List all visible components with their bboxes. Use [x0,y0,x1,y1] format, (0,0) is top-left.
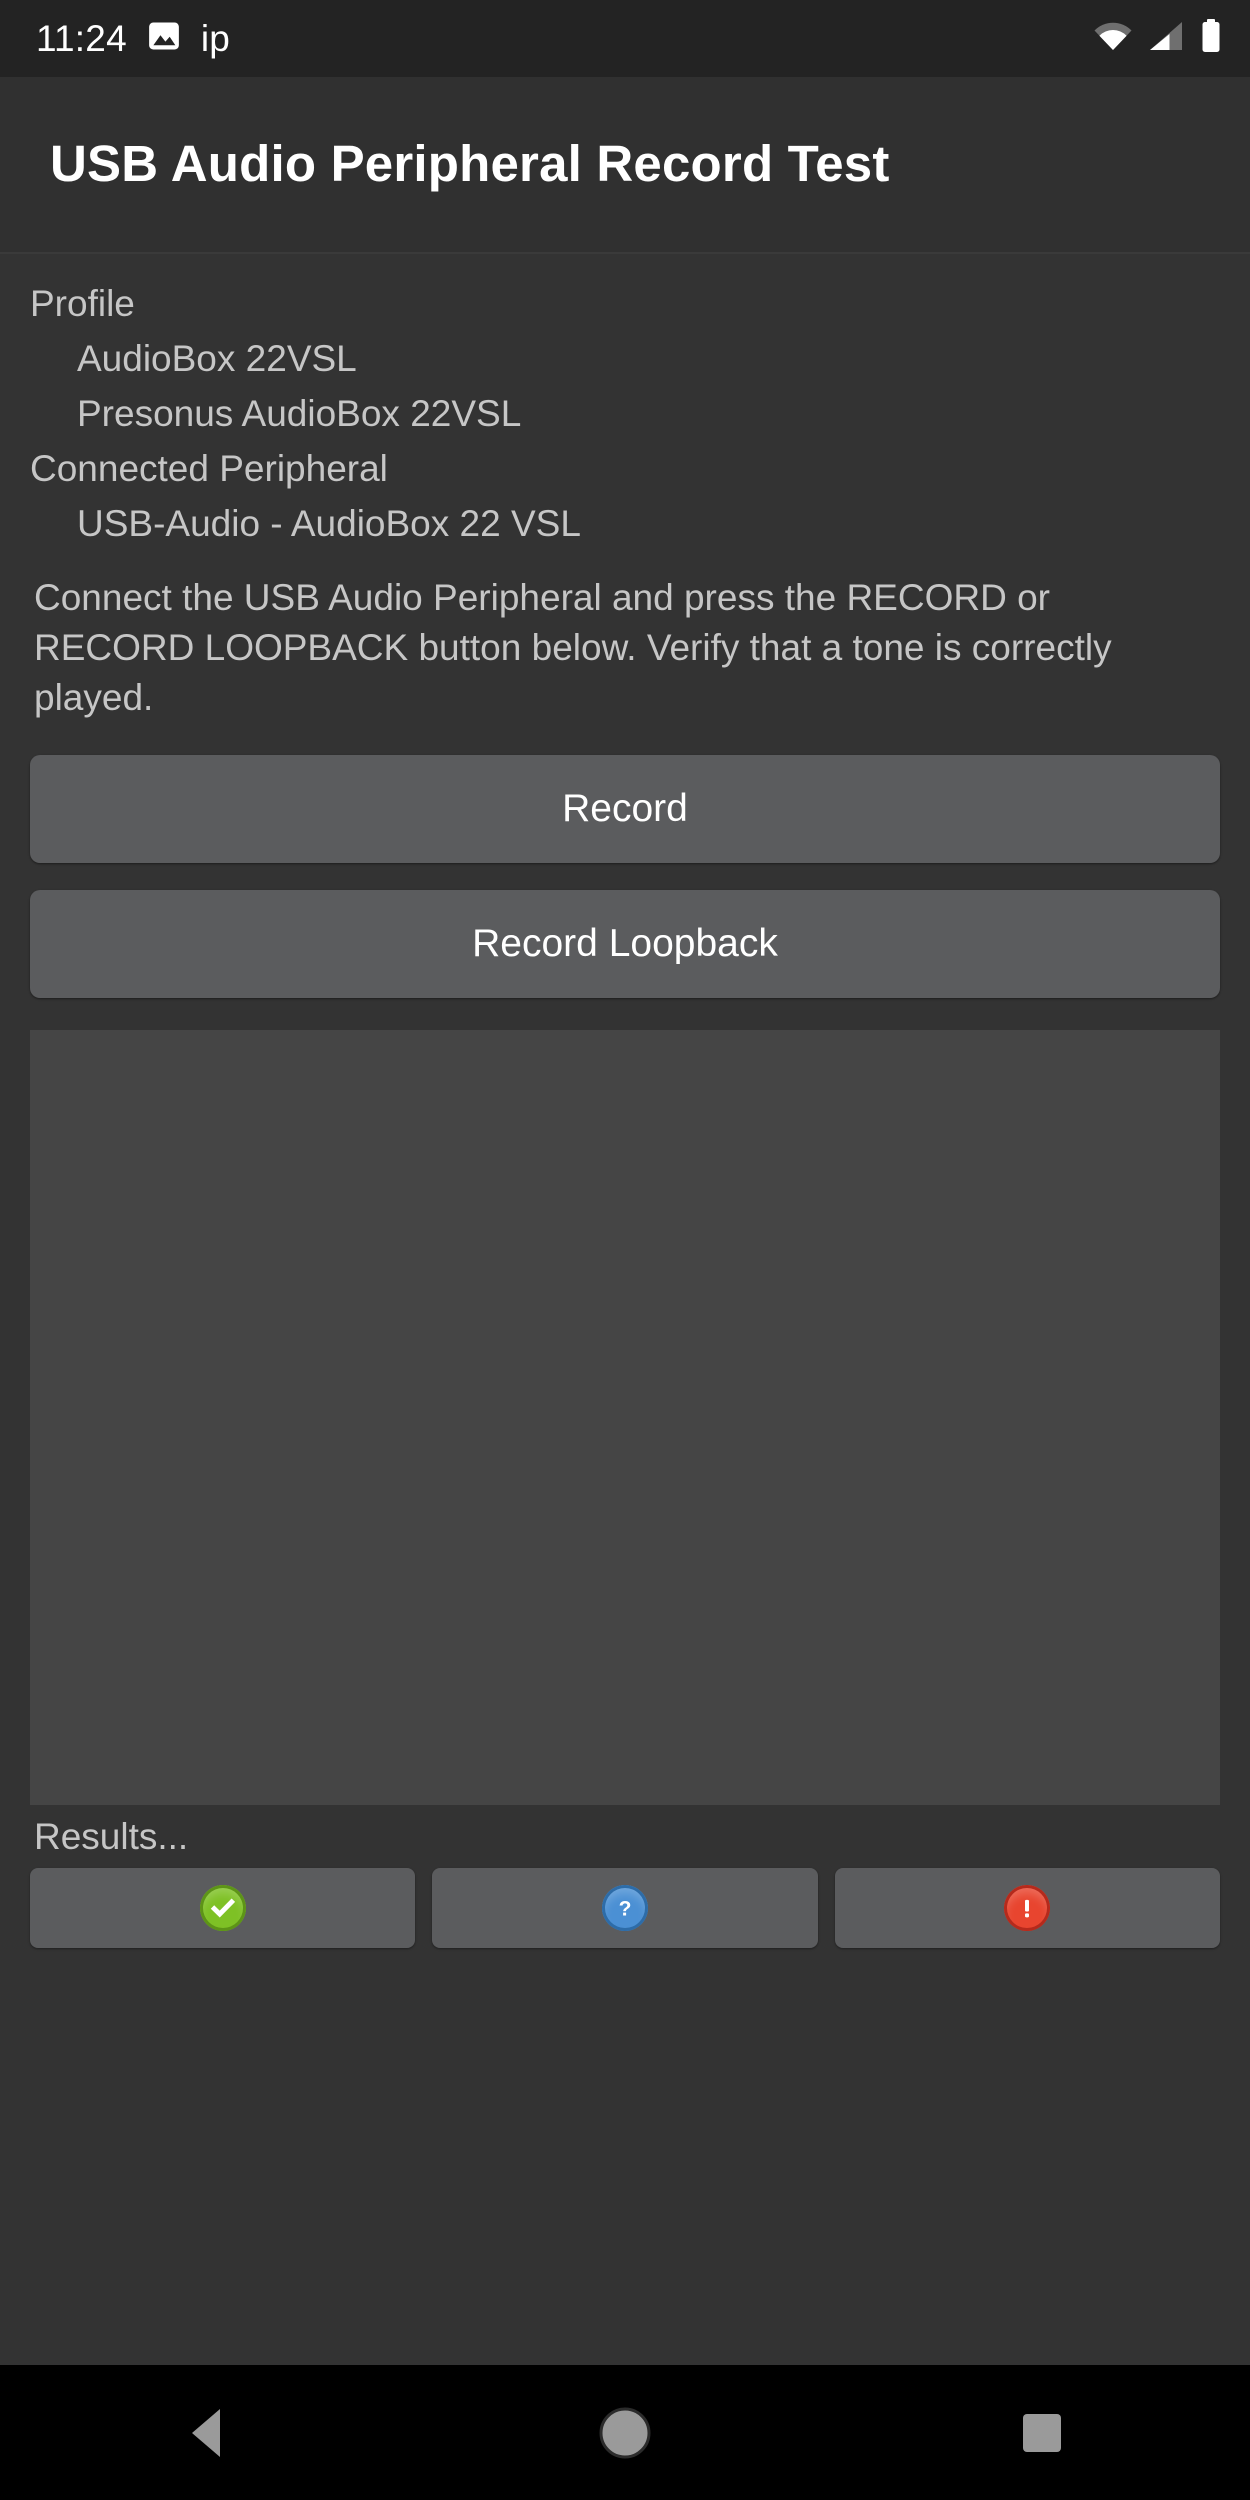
record-loopback-button[interactable]: Record Loopback [30,890,1220,998]
android-nav-bar [0,2365,1250,2500]
wifi-icon [1094,21,1132,56]
profile-name: AudioBox 22VSL [77,338,357,379]
status-bar-left: 11:24 ip [36,19,230,58]
recents-icon[interactable] [967,2365,1117,2500]
page-title: USB Audio Peripheral Record Test [50,135,890,193]
image-icon [147,19,181,58]
result-info-button[interactable]: ? [432,1867,818,1948]
exclamation-circle-icon [1004,1884,1051,1931]
status-bar-text: ip [200,18,231,59]
status-bar: 11:24 ip [0,0,1250,77]
result-pass-button[interactable] [30,1867,416,1948]
profile-label: Profile [30,283,135,324]
profile-info: Profile AudioBox 22VSL Presonus AudioBox… [30,254,1220,551]
instructions-text: Connect the USB Audio Peripheral and pre… [34,577,1112,718]
question-circle-icon: ? [601,1884,648,1931]
status-clock: 11:24 [36,18,127,59]
app-bar: USB Audio Peripheral Record Test [0,77,1250,254]
results-label: Results... [34,1816,189,1857]
profile-product: Presonus AudioBox 22VSL [77,393,522,434]
home-icon[interactable] [550,2365,700,2500]
battery-icon [1200,19,1222,58]
main-content: Profile AudioBox 22VSL Presonus AudioBox… [0,254,1250,2365]
back-icon[interactable] [133,2365,283,2500]
results-output-area[interactable] [30,1030,1220,1805]
result-fail-button[interactable] [834,1867,1220,1948]
check-circle-icon [199,1884,246,1931]
status-bar-right [1094,19,1222,58]
action-buttons: Record Record Loopback [30,723,1220,1025]
phone-screen: 11:24 ip USB Audio Peripheral Record Tes… [0,0,1250,2500]
connected-peripheral-label: Connected Peripheral [30,448,388,489]
cellular-signal-icon [1148,21,1184,56]
record-button[interactable]: Record [30,755,1220,863]
result-action-row: ? [30,1867,1220,1958]
svg-text:?: ? [619,1897,632,1920]
connected-peripheral-device: USB-Audio - AudioBox 22 VSL [77,503,581,544]
